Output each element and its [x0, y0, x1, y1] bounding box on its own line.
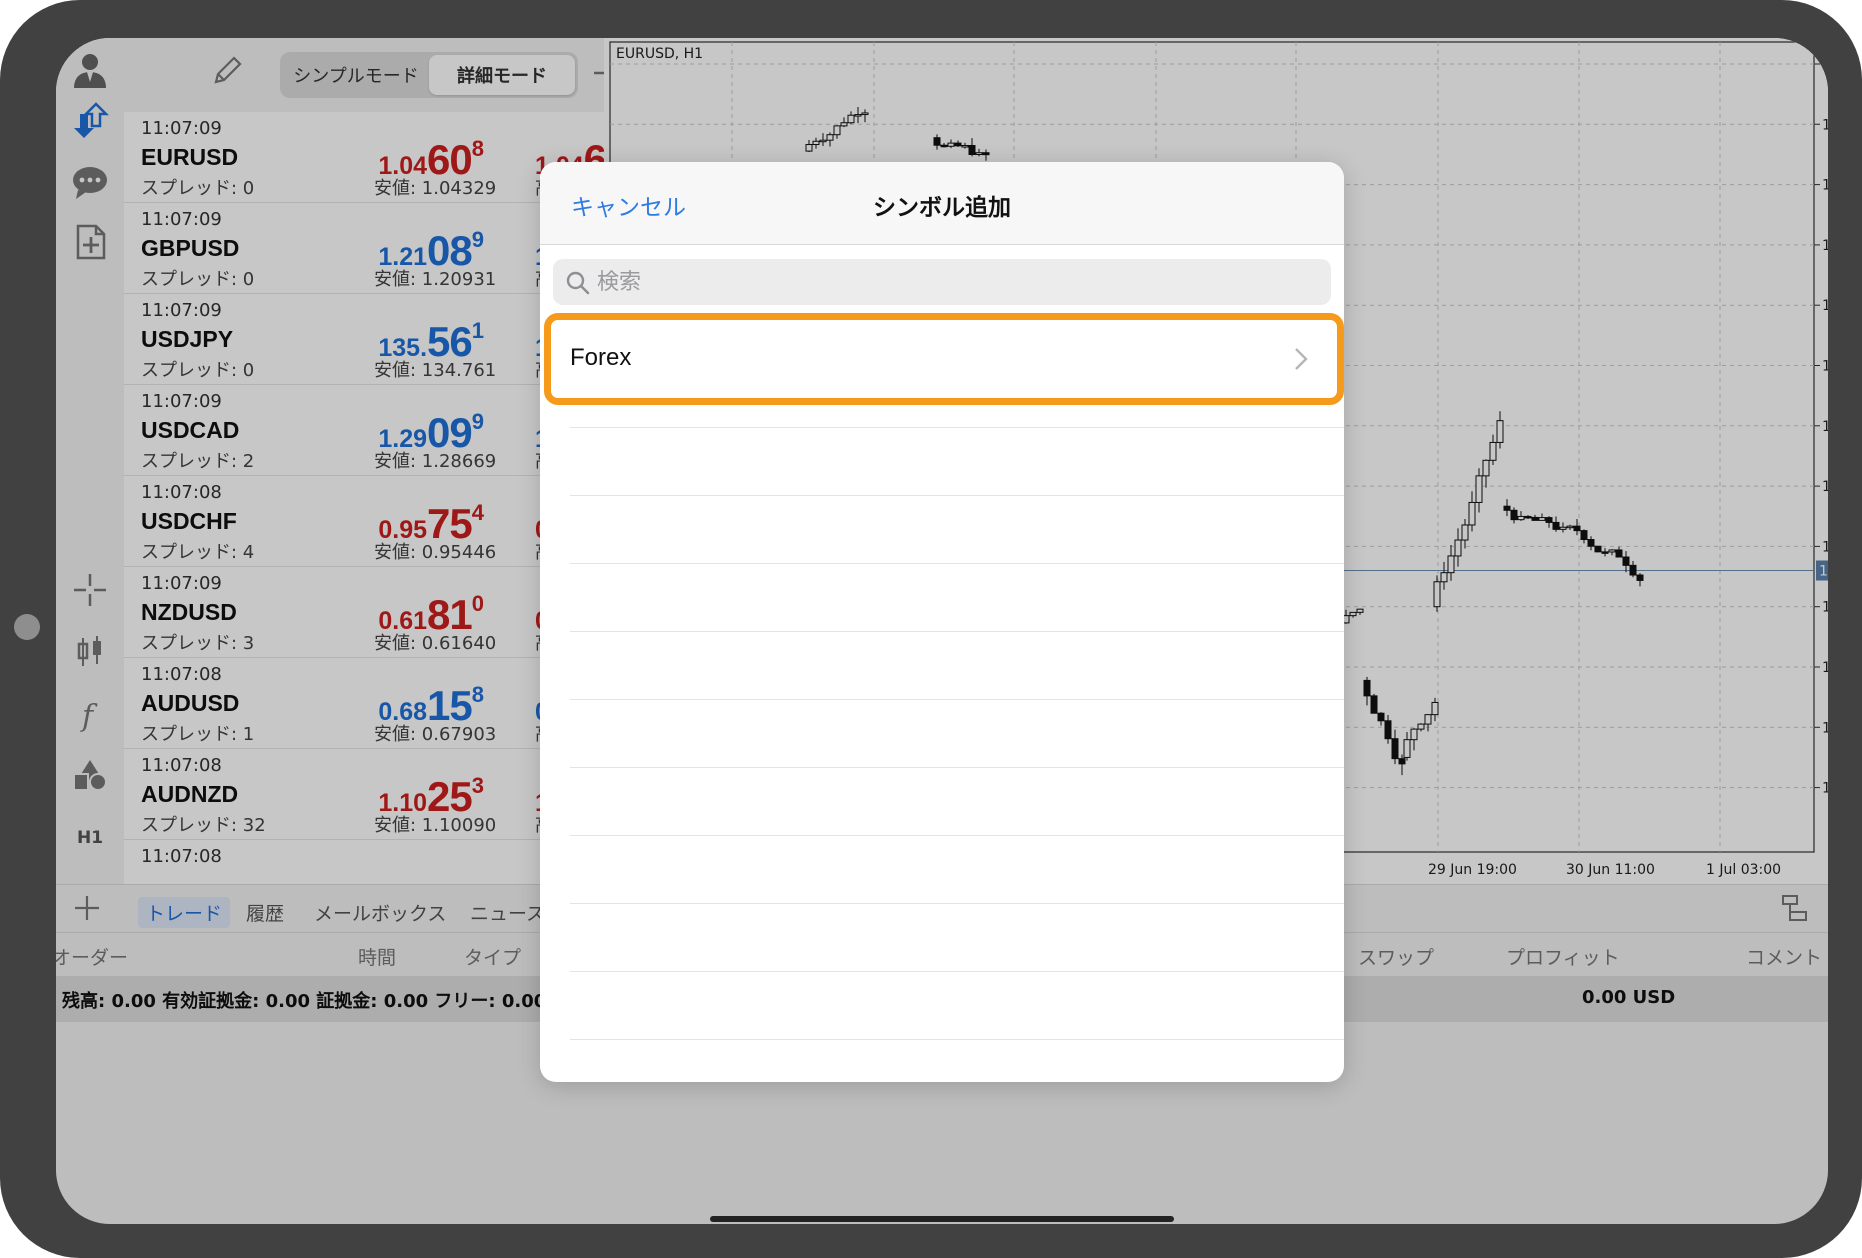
list-separator: [570, 495, 1344, 496]
home-indicator: [710, 1216, 1174, 1222]
list-separator: [570, 699, 1344, 700]
list-separator: [570, 631, 1344, 632]
chevron-right-icon: [1295, 348, 1308, 370]
modal-title: シンボル追加: [873, 195, 1011, 221]
add-symbol-modal: キャンセル シンボル追加 Forex: [540, 162, 1344, 1082]
search-input[interactable]: [597, 259, 1317, 305]
list-separator: [570, 767, 1344, 768]
list-separator: [570, 1039, 1344, 1040]
forex-label: Forex: [570, 344, 632, 371]
forex-category-row[interactable]: Forex: [544, 313, 1344, 405]
tablet-frame: f H1 シンプルモード 詳細モード 11:07:09 EURUSD スプレッド: …: [0, 0, 1862, 1258]
app-screen: f H1 シンプルモード 詳細モード 11:07:09 EURUSD スプレッド: …: [56, 38, 1828, 1224]
list-separator: [570, 563, 1344, 564]
search-bar: [553, 259, 1331, 305]
list-separator: [570, 427, 1344, 428]
forex-highlight-frame: [544, 313, 1344, 405]
list-separator: [570, 835, 1344, 836]
modal-header: キャンセル シンボル追加: [540, 162, 1344, 245]
search-icon: [566, 271, 590, 295]
list-separator: [570, 971, 1344, 972]
camera: [14, 614, 40, 640]
list-separator: [570, 903, 1344, 904]
